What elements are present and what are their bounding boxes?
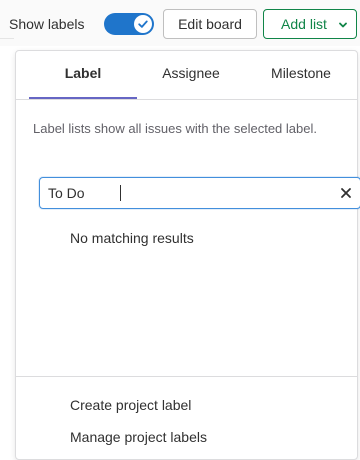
show-labels-toggle[interactable]: [104, 13, 154, 35]
text-cursor: [120, 185, 121, 201]
list-type-tabs: Label Assignee Milestone: [16, 51, 357, 100]
no-results-message: No matching results: [70, 230, 194, 246]
label-list-description: Label lists show all issues with the sel…: [33, 121, 317, 136]
manage-project-labels-link[interactable]: Manage project labels: [70, 427, 207, 447]
toolbar-divider: [0, 38, 14, 39]
show-labels-label: Show labels: [9, 16, 85, 32]
add-list-label: Add list: [281, 16, 327, 32]
search-input-value: To Do: [48, 185, 85, 201]
add-list-button[interactable]: Add list: [263, 9, 357, 39]
close-icon[interactable]: [340, 187, 352, 199]
edit-board-button[interactable]: Edit board: [163, 9, 257, 39]
create-project-label-link[interactable]: Create project label: [70, 395, 191, 415]
tab-milestone[interactable]: Milestone: [245, 51, 357, 99]
chevron-down-icon: [339, 22, 347, 28]
tab-label[interactable]: Label: [29, 51, 137, 99]
tab-assignee[interactable]: Assignee: [137, 51, 245, 99]
toggle-knob: [134, 15, 152, 33]
add-list-dropdown: Label Assignee Milestone Label lists sho…: [15, 50, 360, 460]
footer-divider: [16, 376, 357, 377]
label-search-input[interactable]: To Do: [39, 177, 360, 209]
board-toolbar: Show labels Edit board Add list: [0, 0, 360, 46]
edit-board-label: Edit board: [178, 16, 242, 32]
checkmark-icon: [138, 20, 148, 28]
